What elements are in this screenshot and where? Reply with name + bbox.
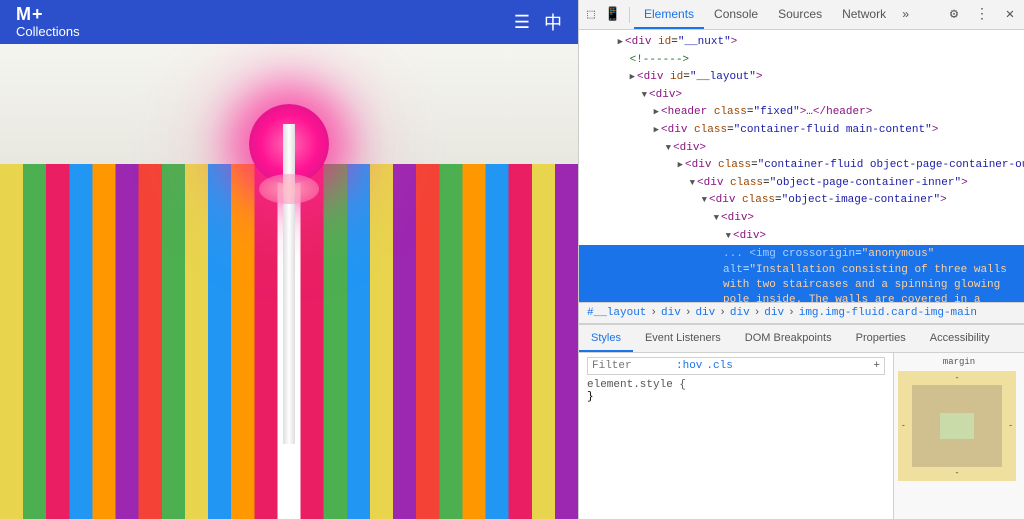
devtools-actions: ⚙ ⋮ ✕ xyxy=(944,5,1020,25)
highlighted-ellipsis: ... xyxy=(723,248,743,260)
box-model-diagram: - - - - xyxy=(898,371,1016,481)
devtools-tabs-bar: ⬚ 📱 Elements Console Sources Network » ⚙… xyxy=(579,0,1024,30)
dom-line[interactable]: ▼<div> xyxy=(579,87,1024,105)
artwork-background xyxy=(0,44,578,519)
devtools-panel-icons: ⬚ 📱 xyxy=(583,7,630,23)
breadcrumb-layout[interactable]: #__layout xyxy=(587,307,646,319)
breadcrumb-img[interactable]: img.img-fluid.card-img-main xyxy=(799,307,977,319)
bottom-tabs-bar: Styles Event Listeners DOM Breakpoints P… xyxy=(579,325,1024,353)
filter-bar: :hov .cls + xyxy=(587,357,885,375)
chinese-icon[interactable]: 中 xyxy=(544,9,562,35)
settings-icon[interactable]: ⚙ xyxy=(944,5,964,25)
devtools-cursor-icon[interactable]: ⬚ xyxy=(583,7,599,23)
dom-tree[interactable]: ▶<div id="__nuxt"> <!------> ▶<div id="_… xyxy=(579,30,1024,302)
box-model-label: margin xyxy=(898,357,1020,367)
logo-area: M+ Collections xyxy=(16,5,80,39)
tab-sources[interactable]: Sources xyxy=(768,0,832,29)
breadcrumb-bar: #__layout › div › div › div › div › img.… xyxy=(579,302,1024,324)
highlighted-dom-node[interactable]: ... <img crossorigin="anonymous" alt="In… xyxy=(579,245,1024,302)
lamp-post xyxy=(283,124,295,444)
tab-elements[interactable]: Elements xyxy=(634,0,704,29)
tab-event-listeners[interactable]: Event Listeners xyxy=(633,325,733,352)
breadcrumb-div4[interactable]: div xyxy=(764,307,784,319)
dom-line[interactable]: ▶<div class="container-fluid main-conten… xyxy=(579,122,1024,140)
top-bar-icons: ☰ 中 xyxy=(514,9,562,35)
more-tabs-button[interactable]: » xyxy=(896,4,915,26)
tab-properties[interactable]: Properties xyxy=(844,325,918,352)
filter-hov-button[interactable]: :hov xyxy=(676,360,702,372)
bottom-panel: Styles Event Listeners DOM Breakpoints P… xyxy=(579,324,1024,519)
dom-line[interactable]: ▼<div class="object-page-container-inner… xyxy=(579,175,1024,193)
logo-mplus: M+ xyxy=(16,5,80,25)
tab-styles[interactable]: Styles xyxy=(579,325,633,352)
dom-line[interactable]: ▶<div id="__layout"> xyxy=(579,69,1024,87)
menu-icon[interactable]: ☰ xyxy=(514,12,530,33)
feather-boa xyxy=(259,174,319,204)
devtools-panel: ⬚ 📱 Elements Console Sources Network » ⚙… xyxy=(578,0,1024,519)
styles-left-panel: :hov .cls + element.style { } xyxy=(579,353,894,519)
breadcrumb-div3[interactable]: div xyxy=(730,307,750,319)
dom-line[interactable]: ▶<header class="fixed">…</header> xyxy=(579,104,1024,122)
tab-dom-breakpoints[interactable]: DOM Breakpoints xyxy=(733,325,844,352)
dom-line[interactable]: ▼<div> xyxy=(579,228,1024,246)
filter-plus-button[interactable]: + xyxy=(873,360,880,372)
box-model-panel: margin - - - - xyxy=(894,353,1024,519)
breadcrumb-div1[interactable]: div xyxy=(661,307,681,319)
bm-border xyxy=(912,385,1002,467)
dom-line[interactable]: ▼<div> xyxy=(579,140,1024,158)
filter-input[interactable] xyxy=(592,360,672,372)
dom-line[interactable]: ▼<div> xyxy=(579,210,1024,228)
tab-console[interactable]: Console xyxy=(704,0,768,29)
styles-content: :hov .cls + element.style { } margin - xyxy=(579,353,1024,519)
more-options-icon[interactable]: ⋮ xyxy=(972,5,992,25)
style-selector: element.style { xyxy=(587,379,686,391)
top-bar: M+ Collections ☰ 中 xyxy=(0,0,578,44)
left-panel: M+ Collections ☰ 中 xyxy=(0,0,578,519)
devtools-mobile-icon[interactable]: 📱 xyxy=(605,7,621,23)
artwork-image xyxy=(0,44,578,519)
filter-cls-button[interactable]: .cls xyxy=(706,360,732,372)
dom-line[interactable]: <!------> xyxy=(579,52,1024,70)
dom-line[interactable]: ▼<div class="object-image-container"> xyxy=(579,192,1024,210)
breadcrumb-div2[interactable]: div xyxy=(695,307,715,319)
logo-collections: Collections xyxy=(16,25,80,39)
element-style-rule: element.style { } xyxy=(587,379,885,403)
close-devtools-icon[interactable]: ✕ xyxy=(1000,5,1020,25)
elements-panel: ▶<div id="__nuxt"> <!------> ▶<div id="_… xyxy=(579,30,1024,519)
tab-network[interactable]: Network xyxy=(832,0,896,29)
dom-line[interactable]: ▶<div class="container-fluid object-page… xyxy=(579,157,1024,175)
img-tag-open: <img xyxy=(749,248,782,260)
tab-accessibility[interactable]: Accessibility xyxy=(918,325,1002,352)
bm-margin: - - - - xyxy=(898,371,1016,481)
dom-line[interactable]: ▶<div id="__nuxt"> xyxy=(579,34,1024,52)
bm-padding xyxy=(940,413,974,439)
